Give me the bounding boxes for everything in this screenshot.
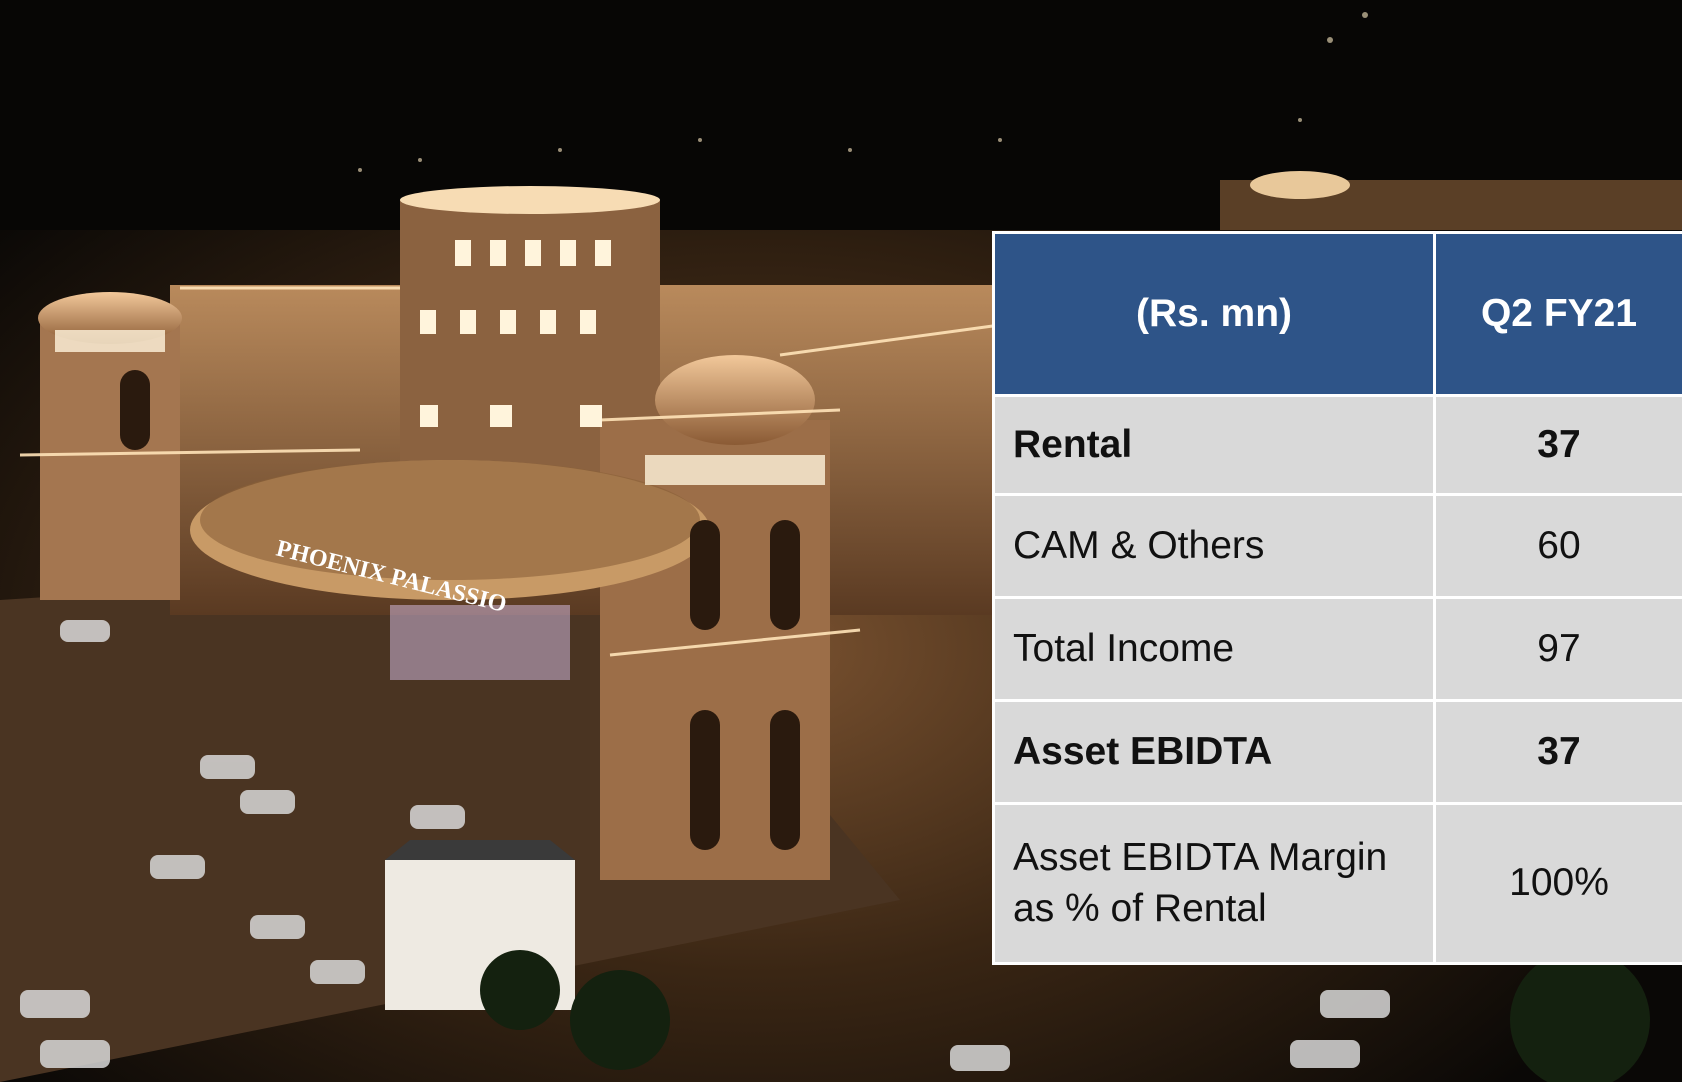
financial-summary-table: (Rs. mn) Q2 FY21 Rental 37 CAM & Others … <box>992 231 1682 965</box>
row-value: 97 <box>1433 596 1682 702</box>
row-label: Rental <box>992 394 1436 496</box>
row-label-line1: Asset EBIDTA Margin <box>1013 835 1388 879</box>
table-row-asset-ebidta: Asset EBIDTA 37 <box>992 699 1682 805</box>
row-label: Total Income <box>992 596 1436 702</box>
table-row-total-income: Total Income 97 <box>992 596 1682 702</box>
row-label: Asset EBIDTA <box>992 699 1436 805</box>
table-row-ebidta-margin: Asset EBIDTA Margin as % of Rental 100% <box>992 802 1682 965</box>
row-label: CAM & Others <box>992 493 1436 599</box>
table-row-cam-others: CAM & Others 60 <box>992 493 1682 599</box>
row-label: Asset EBIDTA Margin as % of Rental <box>992 802 1436 965</box>
row-label-line2: as % of Rental <box>1013 886 1267 930</box>
row-value: 60 <box>1433 493 1682 599</box>
header-unit-label: (Rs. mn) <box>992 231 1436 397</box>
header-period-label: Q2 FY21 <box>1433 231 1682 397</box>
row-value: 100% <box>1433 802 1682 965</box>
row-value: 37 <box>1433 394 1682 496</box>
table-row-rental: Rental 37 <box>992 394 1682 496</box>
row-value: 37 <box>1433 699 1682 805</box>
table-header-row: (Rs. mn) Q2 FY21 <box>992 231 1682 397</box>
